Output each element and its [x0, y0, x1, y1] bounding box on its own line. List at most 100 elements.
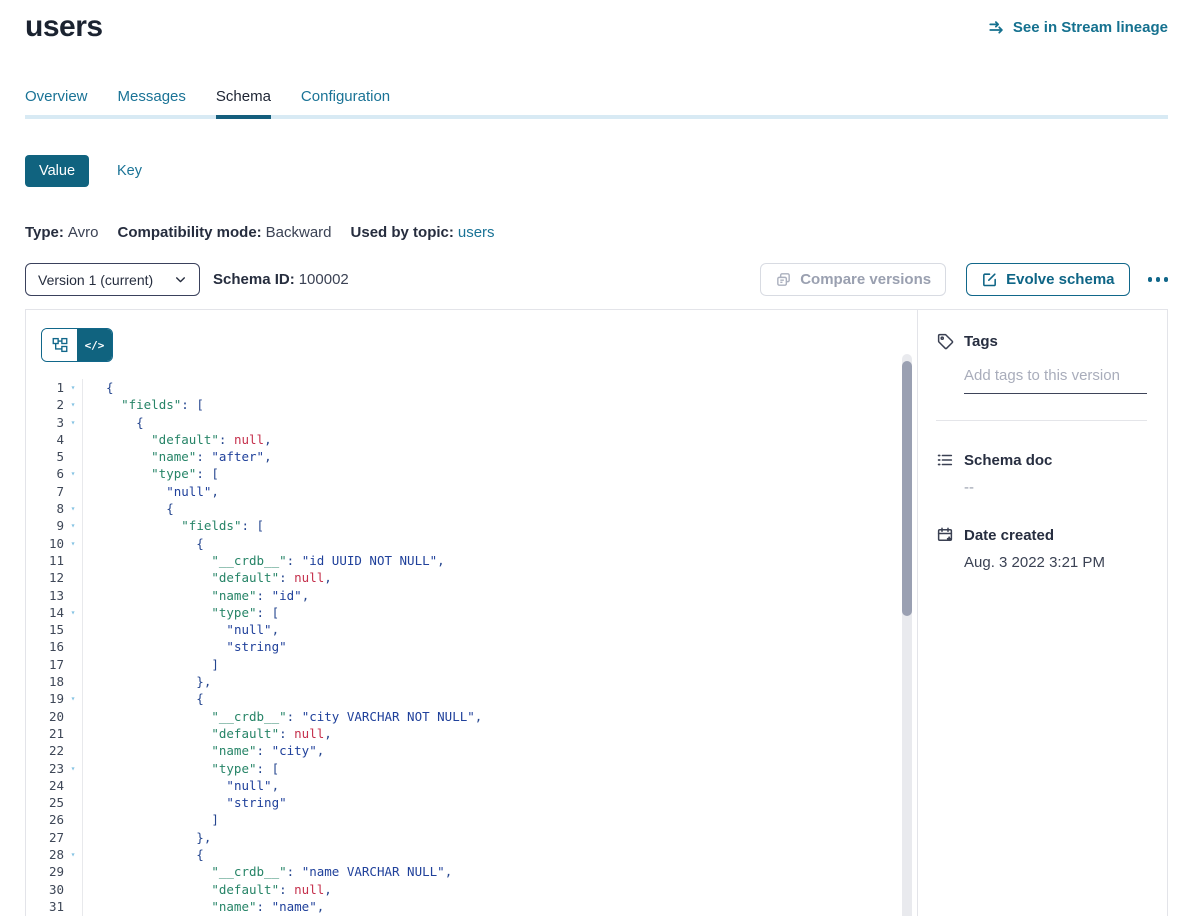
code-line: 5 "name": "after", [26, 448, 917, 465]
code-line: 31 "name": "name", [26, 898, 917, 915]
fold-toggle-icon[interactable]: ▾ [64, 414, 82, 431]
schema-panel: </> 1▾{2▾ "fields": [3▾ {4 "default": nu… [25, 309, 1168, 916]
key-toggle-button[interactable]: Key [117, 163, 142, 179]
line-gutter: 21 [26, 725, 83, 742]
line-gutter: 19▾ [26, 690, 83, 707]
line-number: 27 [26, 829, 64, 846]
fold-toggle-icon[interactable]: ▾ [64, 465, 82, 482]
line-number: 12 [26, 569, 64, 586]
code-line-text: { [83, 414, 144, 431]
sidebar-divider [936, 420, 1147, 421]
line-gutter: 4 [26, 431, 83, 448]
stream-lineage-link[interactable]: See in Stream lineage [988, 18, 1168, 36]
line-number: 24 [26, 777, 64, 794]
scrollbar-thumb[interactable] [902, 361, 912, 616]
line-gutter: 7 [26, 483, 83, 500]
chevron-down-icon [174, 273, 187, 286]
line-number: 8 [26, 500, 64, 517]
line-gutter: 15 [26, 621, 83, 638]
line-number: 28 [26, 846, 64, 863]
tab-schema[interactable]: Schema [216, 88, 271, 119]
value-toggle-button[interactable]: Value [25, 155, 89, 187]
code-line: 24 "null", [26, 777, 917, 794]
code-line: 29 "__crdb__": "name VARCHAR NULL", [26, 863, 917, 880]
line-number: 19 [26, 690, 64, 707]
editor-scrollbar[interactable] [902, 354, 912, 916]
code-line: 14▾ "type": [ [26, 604, 917, 621]
line-number: 10 [26, 535, 64, 552]
value-key-toggle: Value Key [25, 155, 1168, 187]
fold-toggle-icon[interactable]: ▾ [64, 690, 82, 707]
code-line: 13 "name": "id", [26, 587, 917, 604]
line-number: 11 [26, 552, 64, 569]
code-line-text: { [83, 379, 114, 396]
line-number: 1 [26, 379, 64, 396]
code-line: 22 "name": "city", [26, 742, 917, 759]
line-gutter: 28▾ [26, 846, 83, 863]
fold-toggle-icon[interactable]: ▾ [64, 760, 82, 777]
fold-toggle-icon[interactable]: ▾ [64, 604, 82, 621]
line-number: 25 [26, 794, 64, 811]
fold-toggle-icon[interactable]: ▾ [64, 517, 82, 534]
schema-code: 1▾{2▾ "fields": [3▾ {4 "default": null,5… [26, 379, 917, 916]
line-gutter: 14▾ [26, 604, 83, 621]
line-number: 3 [26, 414, 64, 431]
date-created-heading: Date created [936, 526, 1147, 544]
list-icon [936, 451, 954, 469]
page-title: users [25, 10, 103, 44]
fold-toggle-icon[interactable]: ▾ [64, 846, 82, 863]
tree-view-button[interactable] [42, 329, 77, 361]
line-number: 6 [26, 465, 64, 482]
schema-doc-heading: Schema doc [936, 451, 1147, 469]
evolve-schema-button[interactable]: Evolve schema [966, 263, 1129, 296]
code-line: 16 "string" [26, 638, 917, 655]
code-view-button[interactable]: </> [77, 329, 112, 361]
add-tags-input[interactable] [964, 363, 1147, 394]
line-number: 7 [26, 483, 64, 500]
line-gutter: 11 [26, 552, 83, 569]
line-gutter: 9▾ [26, 517, 83, 534]
code-line: 7 "null", [26, 483, 917, 500]
schema-sidebar: Tags Schema doc -- [917, 310, 1167, 916]
fold-toggle-icon[interactable]: ▾ [64, 500, 82, 517]
tab-messages[interactable]: Messages [118, 88, 186, 119]
code-line-text: "default": null, [83, 881, 332, 898]
meta-type: Type:Avro [25, 224, 98, 241]
tab-configuration[interactable]: Configuration [301, 88, 390, 119]
tags-section: Tags [936, 332, 1147, 421]
code-line: 12 "default": null, [26, 569, 917, 586]
line-gutter: 25 [26, 794, 83, 811]
code-line: 4 "default": null, [26, 431, 917, 448]
code-line-text: { [83, 500, 174, 517]
line-gutter: 18 [26, 673, 83, 690]
line-number: 22 [26, 742, 64, 759]
compare-versions-button[interactable]: Compare versions [760, 263, 946, 296]
code-line-text: "string" [83, 794, 287, 811]
code-line: 10▾ { [26, 535, 917, 552]
fold-toggle-icon[interactable]: ▾ [64, 535, 82, 552]
code-line: 1▾{ [26, 379, 917, 396]
code-line: 15 "null", [26, 621, 917, 638]
topic-link[interactable]: users [458, 224, 495, 241]
fold-toggle-icon[interactable]: ▾ [64, 396, 82, 413]
edit-icon [981, 271, 998, 288]
version-select-value: Version 1 (current) [38, 272, 153, 288]
more-options-button[interactable] [1148, 273, 1169, 286]
line-gutter: 17 [26, 656, 83, 673]
schema-id: Schema ID:100002 [213, 271, 349, 288]
calendar-plus-icon [936, 526, 954, 544]
tab-overview[interactable]: Overview [25, 88, 88, 119]
code-line-text: "default": null, [83, 725, 332, 742]
fold-toggle-icon[interactable]: ▾ [64, 379, 82, 396]
stream-lineage-label: See in Stream lineage [1013, 19, 1168, 36]
code-line-text: "null", [83, 483, 219, 500]
version-select[interactable]: Version 1 (current) [25, 263, 200, 296]
code-line: 9▾ "fields": [ [26, 517, 917, 534]
code-line-text: "default": null, [83, 431, 272, 448]
date-created-section: Date created Aug. 3 2022 3:21 PM [936, 526, 1147, 571]
code-line-text: "type": [ [83, 760, 279, 777]
line-gutter: 22 [26, 742, 83, 759]
code-line-text: "name": "after", [83, 448, 272, 465]
line-gutter: 29 [26, 863, 83, 880]
schema-actions: Compare versions Evolve schema [760, 263, 1168, 296]
